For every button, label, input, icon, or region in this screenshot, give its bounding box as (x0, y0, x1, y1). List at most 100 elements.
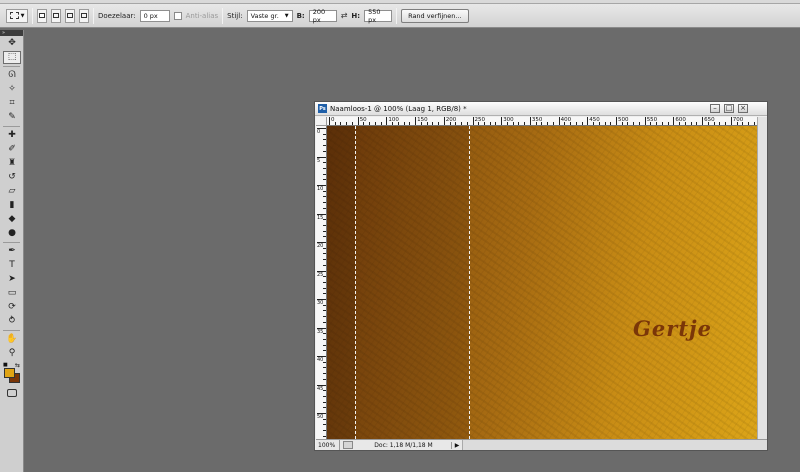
ruler-tick (415, 117, 417, 125)
brush-tool[interactable]: ✐ (3, 143, 21, 156)
minimize-button[interactable]: – (710, 104, 720, 113)
pen-tool[interactable]: ✒ (3, 245, 21, 258)
ruler-minor-tick (323, 224, 326, 226)
separator (32, 7, 33, 24)
ruler-minor-tick (323, 207, 326, 209)
subtract-from-selection-button[interactable] (65, 8, 75, 23)
ruler-tick (529, 117, 531, 125)
ruler-tick (472, 117, 474, 125)
ruler-minor-tick (570, 122, 572, 125)
ruler-tick (644, 117, 646, 125)
width-input[interactable]: 200 px (308, 8, 337, 24)
gradient-tool[interactable]: ▮ (3, 199, 21, 212)
3d-orbit-tool[interactable]: ⥁ (3, 315, 21, 328)
vertical-scrollbar[interactable] (757, 117, 767, 439)
height-input[interactable]: 550 px (364, 8, 393, 24)
canvas-dark-band (327, 126, 355, 439)
style-select[interactable]: Vaste gr. ▼ (246, 9, 293, 22)
clone-stamp-tool[interactable]: ♜ (3, 157, 21, 170)
hand-tool[interactable]: ✋ (3, 333, 21, 346)
ruler-minor-tick (679, 122, 681, 125)
horizontal-scrollbar[interactable] (462, 440, 767, 450)
feather-input[interactable]: 0 px (139, 9, 170, 22)
ruler-minor-tick (593, 122, 595, 125)
ruler-minor-tick (518, 122, 520, 125)
ruler-minor-tick (323, 173, 326, 175)
status-info-icon[interactable] (343, 441, 353, 449)
status-menu-arrow-icon[interactable]: ▶ (452, 442, 462, 449)
rect-marquee-tool[interactable]: ⬚ (3, 51, 21, 64)
crop-icon: ⌗ (9, 98, 15, 108)
gradient-icon: ▮ (9, 200, 15, 210)
ruler-minor-tick (455, 122, 457, 125)
type-tool[interactable]: T (3, 259, 21, 272)
quick-mask-button[interactable] (3, 386, 21, 399)
3d-rotate-icon: ⟳ (8, 302, 16, 312)
zoom-level-field[interactable]: 100% (316, 440, 340, 450)
ruler-minor-tick (323, 162, 326, 164)
move-tool[interactable]: ✥ (3, 37, 21, 50)
ruler-tick (329, 117, 330, 125)
ruler-minor-tick (323, 293, 326, 295)
vertical-ruler[interactable]: 0 5 10 15 20 25 30 35 40 45 50 (316, 126, 327, 439)
magic-wand-icon: ✧ (8, 84, 16, 94)
ruler-origin[interactable] (316, 117, 327, 126)
crop-tool[interactable]: ⌗ (3, 97, 21, 110)
ruler-minor-tick (489, 122, 491, 125)
eyedropper-tool[interactable]: ✎ (3, 111, 21, 124)
add-to-selection-button[interactable] (51, 8, 61, 23)
swap-colors-icon[interactable]: ⇆ (15, 362, 20, 369)
ruler-minor-tick (512, 122, 514, 125)
history-brush-icon: ↺ (8, 172, 16, 182)
new-selection-button[interactable] (37, 8, 47, 23)
swap-dimensions-icon[interactable]: ⇄ (341, 11, 348, 20)
ruler-minor-tick (323, 378, 326, 380)
horizontal-ruler[interactable]: 0 50 100 150 200 250 300 350 400 450 500 550 600 650 7… (327, 117, 757, 126)
3d-rotate-tool[interactable]: ⟳ (3, 301, 21, 314)
intersect-selection-button[interactable] (79, 8, 89, 23)
document-titlebar[interactable]: Ps Naamloos-1 @ 100% (Laag 1, RGB/8) * –… (315, 102, 767, 116)
marquee-selection[interactable] (355, 126, 470, 439)
chevron-down-icon: ▼ (20, 12, 25, 19)
foreground-color-swatch[interactable] (4, 368, 15, 378)
ruler-minor-tick (323, 167, 326, 169)
ruler-minor-tick (696, 122, 698, 125)
dodge-tool[interactable]: ● (3, 227, 21, 240)
toolbox: » ✥ ⬚ ᘏ ✧ ⌗ ✎ ✚ ✐ ♜ ↺ ▱ ▮ ◆ ● ✒ T ➤ ▭ ⟳ ⥁ ✋ ⚲ ■ ⇆ (0, 30, 24, 472)
document-title: Naamloos-1 @ 100% (Laag 1, RGB/8) * (330, 104, 467, 113)
canvas[interactable]: Gertje (327, 126, 757, 439)
color-swatches: ■ ⇆ (3, 362, 20, 384)
ruler-minor-tick (397, 122, 399, 125)
antialias-checkbox[interactable] (173, 11, 182, 20)
minimize-icon: – (713, 104, 717, 112)
ruler-minor-tick (495, 122, 497, 125)
path-selection-tool[interactable]: ➤ (3, 273, 21, 286)
ruler-minor-tick (323, 401, 326, 403)
maximize-button[interactable]: □ (724, 104, 734, 113)
blur-tool[interactable]: ◆ (3, 213, 21, 226)
ruler-minor-tick (604, 122, 606, 125)
eraser-icon: ▱ (8, 186, 16, 196)
ruler-minor-tick (323, 350, 326, 352)
ruler-tick (673, 117, 675, 125)
magic-wand-tool[interactable]: ✧ (3, 83, 21, 96)
zoom-tool[interactable]: ⚲ (3, 347, 21, 360)
history-brush-tool[interactable]: ↺ (3, 171, 21, 184)
type-icon: T (9, 260, 15, 270)
toolbox-grip[interactable]: » (0, 30, 23, 36)
antialias-label: Anti-alias (185, 11, 219, 20)
ruler-minor-tick (535, 122, 537, 125)
ruler-minor-tick (575, 122, 577, 125)
eraser-tool[interactable]: ▱ (3, 185, 21, 198)
shape-tool[interactable]: ▭ (3, 287, 21, 300)
refine-edge-button[interactable]: Rand verfijnen... (401, 8, 469, 23)
ruler-minor-tick (478, 122, 480, 125)
ruler-minor-tick (461, 122, 463, 125)
ruler-minor-tick (323, 430, 326, 432)
close-button[interactable]: × (738, 104, 748, 113)
healing-brush-tool[interactable]: ✚ (3, 129, 21, 142)
tool-preset-picker[interactable]: ▼ (6, 8, 28, 23)
lasso-tool[interactable]: ᘏ (3, 69, 21, 82)
document-size: Doc: 1,18 M/1,18 M (356, 441, 452, 449)
ruler-minor-tick (438, 122, 440, 125)
